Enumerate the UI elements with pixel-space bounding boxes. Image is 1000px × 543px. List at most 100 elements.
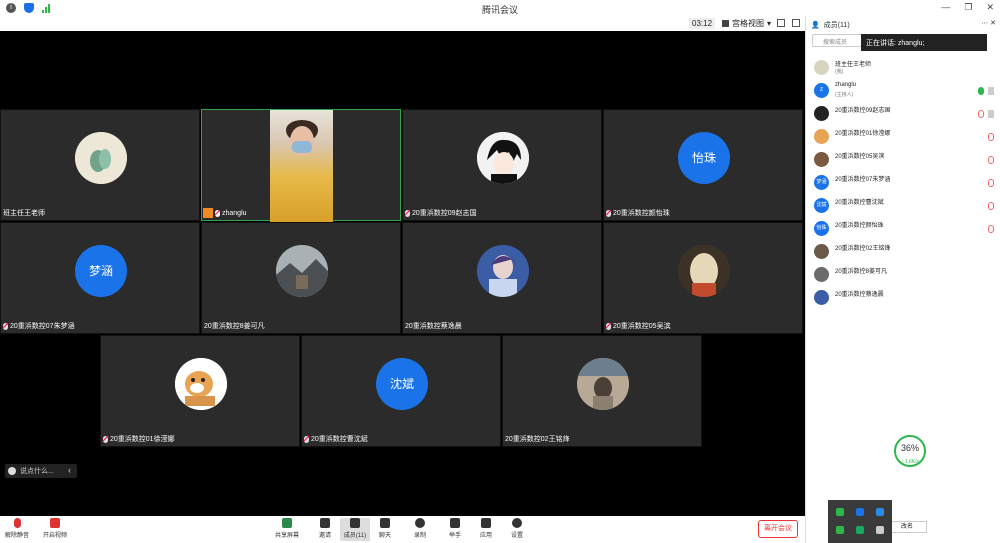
avatar	[577, 358, 629, 410]
wechat-icon[interactable]	[836, 526, 844, 534]
tile-name: 20重浜数控02王铭烽	[505, 436, 570, 443]
member-row[interactable]: 20重浜数控09赵志国	[806, 102, 1000, 125]
video-tile[interactable]: 20重浜数控蔡逸晨	[402, 222, 602, 334]
more-icon[interactable]: ⋯ ✕	[981, 19, 996, 27]
video-tile[interactable]: 沈斌 20重浜数控曹沈斌	[301, 335, 501, 447]
system-tray-popup	[828, 500, 892, 543]
mic-muted-icon[interactable]	[988, 179, 994, 187]
camera-icon[interactable]	[988, 110, 994, 118]
members-panel: 👤 成员(11) ⋯ ✕ 搜索成员 正在讲话: zhanglu; 班主任王老师(…	[805, 16, 1000, 543]
host-icon	[203, 208, 213, 218]
avatar	[814, 60, 829, 75]
video-tile[interactable]: 20重浜数控02王铭烽	[502, 335, 702, 447]
avatar	[477, 245, 529, 297]
video-grid: 班主任王老师 zhanglu 20重浜数控09赵志国 怡珠 20重浜数控颜怡珠 …	[0, 31, 805, 516]
start-video-button[interactable]: 开启视频	[40, 518, 70, 539]
video-tile[interactable]: 20重浜数控8姜可凡	[201, 222, 401, 334]
mic-muted-icon[interactable]	[978, 110, 984, 118]
chat-input[interactable]: 说点什么...	[5, 464, 77, 478]
avatar	[477, 132, 529, 184]
restore-icon[interactable]: ❐	[964, 2, 972, 13]
view-toolbar: 03:12 宫格视图 ▾	[0, 16, 805, 31]
member-row[interactable]: 怡珠 20重浜数控颜怡珠	[806, 217, 1000, 240]
meeting-toolbar: 解除静音 开启视频 共享屏幕 邀请 成员(11) 聊天 录制 举手 应用 设置 …	[0, 516, 805, 543]
tray-app-icon[interactable]	[836, 508, 844, 516]
hand-icon	[450, 518, 460, 528]
video-tile[interactable]: 梦涵 20重浜数控07朱梦涵	[0, 222, 200, 334]
video-tile[interactable]: 班主任王老师	[0, 109, 200, 221]
member-search-input[interactable]: 搜索成员	[812, 34, 862, 47]
avatar	[814, 106, 829, 121]
tray-app-icon[interactable]	[876, 508, 884, 516]
video-tile[interactable]: 20重浜数控05吴滨	[603, 222, 803, 334]
share-screen-button[interactable]: 共享屏幕	[272, 518, 302, 539]
member-row[interactable]: 20重浜数控02王铭烽	[806, 240, 1000, 263]
tile-name: 20重浜数控蔡逸晨	[405, 323, 462, 330]
unmute-button[interactable]: 解除静音	[2, 518, 32, 539]
tray-app-icon[interactable]	[876, 526, 884, 534]
members-header: 👤 成员(11) ⋯ ✕	[811, 19, 996, 29]
sidebar-toggle-icon[interactable]	[792, 19, 800, 27]
camera-icon[interactable]	[988, 87, 994, 95]
members-button[interactable]: 成员(11)	[340, 518, 370, 541]
window-title: 腾讯会议	[481, 5, 518, 15]
video-tile[interactable]: 20重浜数控01徐滢娜	[100, 335, 300, 447]
mic-muted-icon[interactable]	[988, 225, 994, 233]
video-tile[interactable]: 怡珠 20重浜数控颜怡珠	[603, 109, 803, 221]
fullscreen-icon[interactable]	[777, 19, 785, 27]
tile-name: 20重浜数控颜怡珠	[606, 208, 670, 218]
chevron-left-icon[interactable]: ‹	[68, 465, 71, 475]
record-button[interactable]: 录制	[405, 518, 435, 539]
camera-feed	[270, 110, 333, 222]
member-row[interactable]: 沈斌 20重浜数控曹沈斌	[806, 194, 1000, 217]
member-row[interactable]: 20重浜数控8姜可凡	[806, 263, 1000, 286]
tile-name: 20重浜数控07朱梦涵	[3, 321, 75, 331]
tray-app-icon[interactable]	[856, 526, 864, 534]
emoji-icon[interactable]	[8, 467, 16, 475]
close-icon[interactable]: ✕	[986, 2, 994, 13]
avatar: 沈斌	[814, 198, 829, 213]
member-row[interactable]: 20重浜数控01徐滢娜	[806, 125, 1000, 148]
tile-name: 班主任王老师	[3, 210, 45, 217]
member-row[interactable]: Zzhanglu (主持人)	[806, 79, 1000, 102]
apps-button[interactable]: 应用	[471, 518, 501, 539]
mic-muted-icon[interactable]	[988, 133, 994, 141]
add-user-icon	[320, 518, 330, 528]
member-row[interactable]: 梦涵 20重浜数控07朱梦涵	[806, 171, 1000, 194]
tile-name: zhanglu	[203, 208, 247, 218]
tile-name: 20重浜数控09赵志国	[405, 208, 477, 218]
members-icon: 👤	[811, 22, 820, 29]
avatar	[814, 290, 829, 305]
mic-muted-icon[interactable]	[988, 156, 994, 164]
avatar	[75, 132, 127, 184]
chevron-down-icon: ▾	[767, 19, 772, 28]
camera-off-icon	[50, 518, 60, 528]
mic-muted-icon	[304, 435, 309, 443]
speaking-banner: 正在讲话: zhanglu;	[861, 34, 987, 51]
record-icon	[415, 518, 425, 528]
settings-button[interactable]: 设置	[502, 518, 532, 539]
member-row[interactable]: 班主任王老师 (我)	[806, 56, 1000, 79]
member-row[interactable]: 20重浜数控05吴滨	[806, 148, 1000, 171]
video-tile[interactable]: 20重浜数控09赵志国	[402, 109, 602, 221]
mic-muted-icon[interactable]	[988, 202, 994, 210]
member-row[interactable]: 20重浜数控蔡逸晨	[806, 286, 1000, 309]
avatar	[814, 267, 829, 282]
microphone-icon[interactable]	[978, 87, 984, 95]
invite-button[interactable]: 邀请	[310, 518, 340, 539]
video-tile-active[interactable]: zhanglu	[201, 109, 401, 222]
leave-meeting-button[interactable]: 离开会议	[758, 520, 798, 538]
avatar	[814, 244, 829, 259]
title-bar: i 腾讯会议 — ❐ ✕	[0, 0, 1000, 16]
window-controls: — ❐ ✕	[941, 2, 994, 13]
share-screen-icon	[282, 518, 292, 528]
avatar: 怡珠	[678, 132, 730, 184]
avatar	[814, 129, 829, 144]
tray-app-icon[interactable]	[856, 508, 864, 516]
raise-hand-button[interactable]: 举手	[440, 518, 470, 539]
chat-button[interactable]: 聊天	[370, 518, 400, 539]
minimize-icon[interactable]: —	[941, 2, 950, 13]
rename-button[interactable]: 改名	[887, 521, 927, 533]
avatar: 沈斌	[376, 358, 428, 410]
view-mode-button[interactable]: 宫格视图 ▾	[722, 18, 771, 29]
